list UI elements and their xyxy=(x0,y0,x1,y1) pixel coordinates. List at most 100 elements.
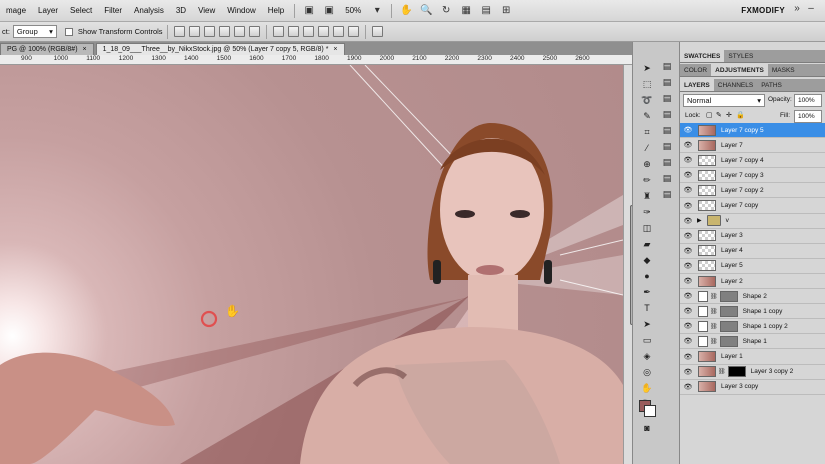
quick-mask-icon[interactable]: ◙ xyxy=(641,422,653,434)
align-hcenter-icon[interactable] xyxy=(233,26,245,37)
visibility-eye-icon[interactable]: 👁 xyxy=(683,368,693,376)
crop-tool-icon[interactable]: ⌗ xyxy=(641,126,653,138)
arrange-docs-icon[interactable]: ⊞ xyxy=(499,4,513,18)
align-left-icon[interactable] xyxy=(218,26,230,37)
layer-row[interactable]: 👁 ⛓ Shape 1 xyxy=(680,334,825,350)
link-icon[interactable]: ⛓ xyxy=(710,323,718,330)
3d-rotate-icon[interactable]: ◈ xyxy=(641,350,653,362)
paragraph-panel-icon[interactable]: ▤ xyxy=(661,124,673,136)
menu-item-filter[interactable]: Filter xyxy=(98,6,128,15)
zoom-dropdown-icon[interactable]: ▾ xyxy=(370,4,384,18)
menu-item-analysis[interactable]: Analysis xyxy=(128,6,170,15)
tool-presets-icon[interactable]: ▤ xyxy=(661,172,673,184)
type-tool-icon[interactable]: T xyxy=(641,302,653,314)
layer-mask-thumbnail[interactable] xyxy=(727,366,746,378)
menu-item-window[interactable]: Window xyxy=(221,6,261,15)
menu-item-view[interactable]: View xyxy=(192,6,221,15)
spot-heal-icon[interactable]: ⊕ xyxy=(641,158,653,170)
clone-source-icon[interactable]: ▤ xyxy=(661,156,673,168)
bridge-icon[interactable]: ▣ xyxy=(302,4,316,18)
lock-all-icon[interactable]: 🔒 xyxy=(736,111,745,119)
layer-row[interactable]: 👁 Layer 7 copy 2 xyxy=(680,183,825,199)
arrange-icon[interactable]: ▣ xyxy=(322,4,336,18)
layer-row[interactable]: 👁 Layer 7 copy 3 xyxy=(680,168,825,184)
visibility-eye-icon[interactable]: 👁 xyxy=(683,353,693,361)
brush-tool-icon[interactable]: ✏ xyxy=(641,174,653,186)
tab-layers[interactable]: LAYERS xyxy=(680,79,714,91)
close-icon[interactable]: × xyxy=(83,46,87,53)
visibility-eye-icon[interactable]: 👁 xyxy=(683,202,693,210)
auto-select-dropdown[interactable]: Group ▾ xyxy=(12,25,57,38)
visibility-eye-icon[interactable]: 👁 xyxy=(683,337,693,345)
blur-tool-icon[interactable]: ◆ xyxy=(641,254,653,266)
layer-row[interactable]: 👁 Layer 1 xyxy=(680,349,825,365)
screen-mode-icon[interactable]: ▦ xyxy=(459,4,473,18)
layer-row[interactable]: 👁 Layer 4 xyxy=(680,243,825,259)
align-bottom-icon[interactable] xyxy=(203,26,215,37)
panel-collapse-icon[interactable]: ▤ xyxy=(661,60,673,72)
layer-row[interactable]: 👁 ▶ v xyxy=(680,213,825,229)
move-tool-icon[interactable]: ➤ xyxy=(641,62,653,74)
opacity-field[interactable]: 100% xyxy=(794,94,822,107)
layer-row[interactable]: 👁 Layer 7 copy xyxy=(680,198,825,214)
workspace-name[interactable]: FXMODIFY xyxy=(741,6,785,15)
link-icon[interactable]: ⛓ xyxy=(710,308,718,315)
fill-field[interactable]: 100% xyxy=(794,110,822,123)
group-expand-icon[interactable]: ▶ xyxy=(697,217,702,224)
layer-row[interactable]: 👁 ⛓ Shape 1 copy 2 xyxy=(680,319,825,335)
layer-row[interactable]: 👁 ⛓ Shape 2 xyxy=(680,289,825,305)
info-panel-icon[interactable]: ▤ xyxy=(661,188,673,200)
dodge-tool-icon[interactable]: ● xyxy=(641,270,653,282)
layer-row[interactable]: 👁 ⛓ Layer 3 copy 2 xyxy=(680,364,825,380)
link-icon[interactable]: ⛓ xyxy=(718,368,726,375)
brush-panel-icon[interactable]: ▤ xyxy=(661,140,673,152)
auto-align-icon[interactable] xyxy=(371,26,383,37)
layer-row[interactable]: 👁 ⛓ Shape 1 copy xyxy=(680,304,825,320)
rotate-view-icon[interactable]: ↻ xyxy=(439,4,453,18)
gradient-tool-icon[interactable]: ▰ xyxy=(641,238,653,250)
clone-stamp-icon[interactable]: ♜ xyxy=(641,190,653,202)
vertical-scrollbar[interactable] xyxy=(623,65,636,464)
layer-mask-thumbnail[interactable] xyxy=(719,335,738,347)
align-right-icon[interactable] xyxy=(248,26,260,37)
extras-icon[interactable]: ▤ xyxy=(479,4,493,18)
hand-tool-icon[interactable]: ✋ xyxy=(399,4,413,18)
visibility-eye-icon[interactable]: 👁 xyxy=(683,156,693,164)
lock-position-icon[interactable]: ✛ xyxy=(726,111,732,119)
zoom-tool-icon[interactable]: 🔍 xyxy=(419,4,433,18)
zoom-level[interactable]: 50% xyxy=(345,6,361,15)
layer-mask-thumbnail[interactable] xyxy=(719,305,738,317)
3d-orbit-icon[interactable]: ◎ xyxy=(641,366,653,378)
visibility-eye-icon[interactable]: 👁 xyxy=(683,126,693,134)
layer-row[interactable]: 👁 Layer 3 copy xyxy=(680,379,825,395)
menu-item-3d[interactable]: 3D xyxy=(170,6,192,15)
link-icon[interactable]: ⛓ xyxy=(710,338,718,345)
path-select-icon[interactable]: ➤ xyxy=(641,318,653,330)
visibility-eye-icon[interactable]: 👁 xyxy=(683,322,693,330)
hand-tool-icon[interactable]: ✋ xyxy=(641,382,653,394)
layer-row[interactable]: 👁 Layer 7 copy 5 xyxy=(680,123,825,138)
tab-masks[interactable]: MASKS xyxy=(768,64,799,76)
align-top-icon[interactable] xyxy=(173,26,185,37)
character-panel-icon[interactable]: ▤ xyxy=(661,108,673,120)
menu-item-mage[interactable]: mage xyxy=(0,6,32,15)
pen-tool-icon[interactable]: ✒ xyxy=(641,286,653,298)
visibility-eye-icon[interactable]: 👁 xyxy=(683,247,693,255)
actions-panel-icon[interactable]: ▤ xyxy=(661,92,673,104)
tab-paths[interactable]: PATHS xyxy=(757,79,786,91)
distribute-vcenter-icon[interactable] xyxy=(287,26,299,37)
menu-item-help[interactable]: Help xyxy=(262,6,290,15)
transform-controls-checkbox[interactable] xyxy=(64,27,73,36)
history-panel-icon[interactable]: ▤ xyxy=(661,76,673,88)
visibility-eye-icon[interactable]: 👁 xyxy=(683,383,693,391)
visibility-eye-icon[interactable]: 👁 xyxy=(683,141,693,149)
shape-tool-icon[interactable]: ▭ xyxy=(641,334,653,346)
background-color-swatch[interactable] xyxy=(644,405,656,417)
minimize-icon[interactable]: – xyxy=(805,3,817,15)
layer-row[interactable]: 👁 Layer 7 xyxy=(680,138,825,154)
layer-row[interactable]: 👁 Layer 3 xyxy=(680,228,825,244)
tab-swatches[interactable]: SWATCHES xyxy=(680,50,725,62)
layer-mask-thumbnail[interactable] xyxy=(719,290,738,302)
layer-row[interactable]: 👁 Layer 2 xyxy=(680,274,825,289)
more-icon[interactable]: » xyxy=(791,3,803,15)
